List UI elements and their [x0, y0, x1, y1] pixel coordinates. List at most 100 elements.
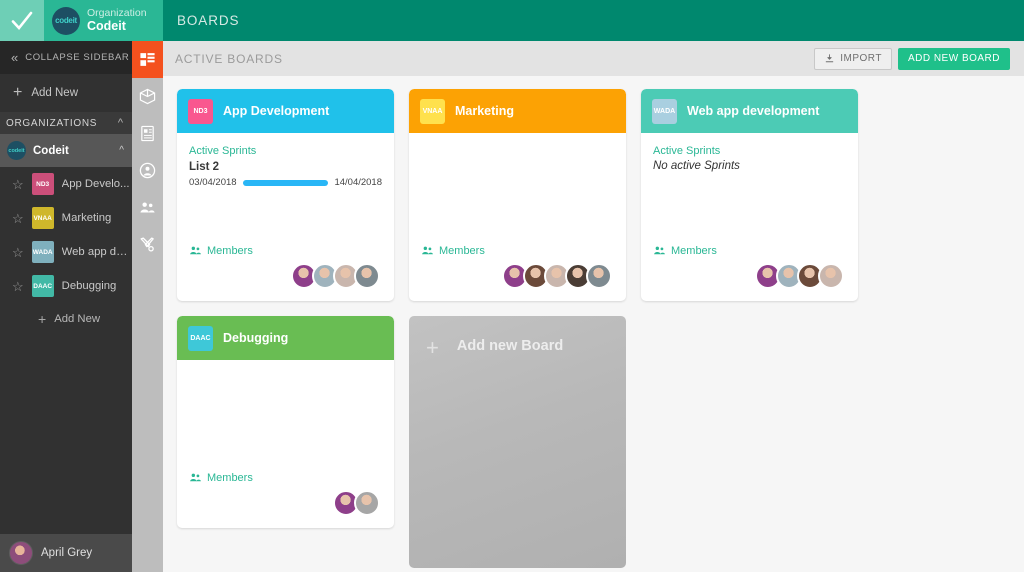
active-sprints-label: Active Sprints — [189, 145, 382, 157]
board-card-header: ND3 App Development — [177, 89, 394, 133]
board-card-header: WADAWeb app development — [641, 89, 858, 133]
sidebar-board-item[interactable]: ☆VNAAMarketing — [0, 201, 132, 235]
star-icon[interactable]: ☆ — [12, 212, 24, 225]
sidebar-add-new-label: Add New — [31, 87, 78, 99]
board-card[interactable]: ND3 App Development Active Sprints List 2 03… — [177, 89, 394, 301]
add-new-board-label: ADD NEW BOARD — [908, 53, 1000, 64]
members-header[interactable]: Members — [189, 244, 382, 257]
board-card[interactable]: DAACDebugging Members — [177, 316, 394, 528]
boards-icon — [139, 51, 156, 68]
sidebar-board-add-new-label: Add New — [54, 313, 100, 325]
people-icon — [421, 244, 434, 257]
sidebar-board-item[interactable]: ☆ND3App Develo... — [0, 167, 132, 201]
organizations-header-label: ORGANIZATIONS — [6, 118, 97, 129]
rail-item-tools[interactable] — [132, 226, 163, 263]
organization-label: Organization — [87, 8, 147, 20]
organization-avatar: codeit — [52, 7, 80, 35]
members-header[interactable]: Members — [189, 471, 382, 484]
board-chip: ND3 — [188, 99, 213, 124]
add-new-board-button[interactable]: ADD NEW BOARD — [898, 48, 1010, 70]
sidebar-organization-name: Codeit — [33, 145, 112, 157]
sidebar-board-list: ☆ND3App Develo...☆VNAAMarketing☆WADAWeb … — [0, 167, 132, 303]
sidebar-board-item[interactable]: ☆WADAWeb app de... — [0, 235, 132, 269]
sprint-progress: 03/04/201814/04/2018 — [189, 177, 382, 188]
active-boards-title: ACTIVE BOARDS — [175, 52, 283, 66]
people-icon — [189, 471, 202, 484]
board-card[interactable]: WADAWeb app developmentActive SprintsNo … — [641, 89, 858, 301]
sidebar-organization-codeit[interactable]: codeit Codeit ^ — [0, 134, 132, 167]
board-members: Members — [177, 471, 394, 528]
rail-item-box[interactable] — [132, 78, 163, 115]
board-chip: VNAA — [32, 207, 54, 229]
toolbar-actions: IMPORT ADD NEW BOARD — [814, 48, 1010, 70]
organization-avatar-small: codeit — [7, 141, 26, 160]
board-members: Members — [641, 244, 858, 301]
member-avatars — [189, 490, 382, 516]
board-chip: DAAC — [32, 275, 54, 297]
no-active-sprints-text: No active Sprints — [653, 160, 846, 172]
member-avatars — [421, 263, 614, 289]
board-members: Members — [177, 244, 394, 301]
members-label: Members — [439, 245, 485, 257]
members-header[interactable]: Members — [421, 244, 614, 257]
tools-icon — [139, 236, 156, 253]
sidebar-add-new-button[interactable]: + Add New — [0, 74, 132, 112]
star-icon[interactable]: ☆ — [12, 246, 24, 259]
members-label: Members — [207, 472, 253, 484]
member-avatars — [653, 263, 846, 289]
add-new-board-card[interactable]: +Add new Board — [409, 316, 626, 568]
sidebar: « COLLAPSE SIDEBAR + Add New ORGANIZATIO… — [0, 41, 132, 572]
user-badge-icon — [139, 162, 156, 179]
sprint-end-date: 14/04/2018 — [334, 177, 382, 188]
double-chevron-left-icon: « — [11, 51, 18, 64]
member-avatars — [189, 263, 382, 289]
checkmark-icon — [10, 9, 34, 33]
rail-item-people[interactable] — [132, 189, 163, 226]
double-chevron-up-icon[interactable]: ^ — [118, 117, 123, 129]
board-card-body — [177, 360, 394, 471]
app-root: codeit Organization Codeit BOARDS « COLL… — [0, 0, 1024, 572]
organization-switcher[interactable]: codeit Organization Codeit — [44, 0, 163, 41]
people-icon — [653, 244, 666, 257]
plus-icon: + — [38, 312, 46, 326]
import-button[interactable]: IMPORT — [814, 48, 892, 70]
star-icon[interactable]: ☆ — [12, 280, 24, 293]
rail-item-user-badge[interactable] — [132, 152, 163, 189]
sidebar-board-item[interactable]: ☆DAACDebugging — [0, 269, 132, 303]
rail-item-boards[interactable] — [132, 41, 163, 78]
collapse-sidebar-button[interactable]: « COLLAPSE SIDEBAR — [0, 41, 132, 74]
rail-item-invoice[interactable] — [132, 115, 163, 152]
board-chip: ND3 — [32, 173, 54, 195]
current-user-name: April Grey — [41, 547, 92, 559]
icon-rail — [132, 41, 163, 572]
organization-name: Codeit — [87, 19, 147, 33]
sprint-name: List 2 — [189, 161, 382, 173]
sprint-progress-bar — [243, 180, 329, 186]
current-user[interactable]: April Grey — [0, 534, 132, 572]
people-icon — [189, 244, 202, 257]
board-card-title: App Development — [223, 104, 329, 118]
avatar — [9, 541, 33, 565]
chevron-up-icon[interactable]: ^ — [119, 145, 124, 156]
add-new-board-card-label: Add new Board — [457, 338, 563, 354]
board-card-header: DAACDebugging — [177, 316, 394, 360]
board-card-body — [409, 133, 626, 244]
board-chip: WADA — [652, 99, 677, 124]
avatar — [818, 263, 844, 289]
sidebar-board-add-new-button[interactable]: + Add New — [0, 303, 132, 335]
sidebar-board-label: Web app de... — [62, 246, 130, 258]
members-header[interactable]: Members — [653, 244, 846, 257]
members-label: Members — [671, 245, 717, 257]
board-card-title: Debugging — [223, 331, 288, 345]
app-logo[interactable] — [0, 0, 44, 41]
avatar — [354, 490, 380, 516]
header-bar: BOARDS — [163, 0, 1024, 41]
board-card-header: VNAAMarketing — [409, 89, 626, 133]
organizations-section-header[interactable]: ORGANIZATIONS ^ — [0, 112, 132, 134]
main-content: ACTIVE BOARDS IMPORT ADD NEW BOARD ND3 Ap… — [163, 41, 1024, 572]
board-card[interactable]: VNAAMarketing Members — [409, 89, 626, 301]
board-card-body: Active Sprints List 2 03/04/201814/04/2018 — [177, 133, 394, 244]
star-icon[interactable]: ☆ — [12, 178, 24, 191]
box-icon — [139, 88, 156, 105]
sub-toolbar: ACTIVE BOARDS IMPORT ADD NEW BOARD — [163, 41, 1024, 76]
